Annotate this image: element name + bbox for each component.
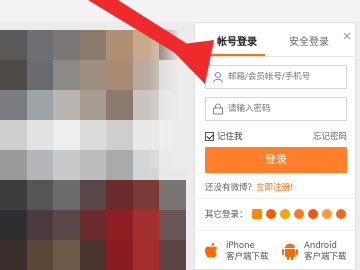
android-icon bbox=[282, 243, 298, 260]
lock-icon bbox=[213, 103, 223, 115]
login-tabs: 帐号登录 安全登录 ✕ bbox=[195, 23, 355, 57]
remember-label: 记住我 bbox=[217, 132, 243, 142]
mosaic-tile bbox=[26, 150, 54, 180]
mosaic-tile bbox=[106, 90, 133, 120]
mosaic-tile bbox=[132, 210, 160, 240]
mosaic-tile bbox=[26, 30, 54, 60]
remember-checkbox[interactable] bbox=[205, 131, 214, 141]
android-subtitle: 客户端下载 bbox=[304, 252, 347, 262]
iphone-title: iPhone bbox=[226, 241, 255, 251]
login-panel: 帐号登录 安全登录 ✕ 记住我 忘记密码 登录 还没有微博？立即注册! 其它登录… bbox=[194, 22, 356, 270]
tab-account-login[interactable]: 帐号登录 bbox=[217, 33, 257, 48]
more-icon[interactable] bbox=[335, 209, 346, 219]
qq-icon[interactable] bbox=[279, 209, 290, 219]
account-input[interactable] bbox=[228, 69, 342, 85]
android-download[interactable]: Android 客户端下载 bbox=[281, 241, 347, 263]
mosaic-tile bbox=[106, 150, 133, 180]
mosaic-tile bbox=[26, 180, 54, 210]
mosaic-tile bbox=[0, 90, 27, 120]
mosaic-tile bbox=[26, 60, 54, 90]
password-field[interactable] bbox=[205, 97, 347, 121]
top-strip bbox=[0, 0, 360, 22]
divider bbox=[195, 230, 355, 231]
mosaic-tile bbox=[106, 240, 133, 270]
mosaic-tile bbox=[79, 240, 107, 270]
mosaic-tile bbox=[26, 90, 54, 120]
photo-fade bbox=[148, 30, 188, 170]
mosaic-tile bbox=[159, 180, 186, 210]
mosaic-tile bbox=[79, 180, 107, 210]
close-icon[interactable]: ✕ bbox=[339, 29, 355, 45]
mosaic-tile bbox=[0, 120, 27, 150]
mosaic-tile bbox=[132, 180, 160, 210]
login-button[interactable]: 登录 bbox=[205, 147, 347, 173]
mosaic-tile bbox=[26, 240, 54, 270]
no-account-text: 还没有微博？ bbox=[205, 183, 257, 193]
mosaic-tile bbox=[159, 210, 186, 240]
mosaic-tile bbox=[0, 240, 27, 270]
weibo-icon[interactable] bbox=[251, 209, 262, 219]
forgot-password-link[interactable]: 忘记密码 bbox=[313, 130, 347, 142]
mosaic-tile bbox=[106, 60, 133, 90]
account-field[interactable] bbox=[205, 65, 347, 89]
mosaic-tile bbox=[0, 60, 27, 90]
active-tab-underline bbox=[209, 54, 265, 56]
mosaic-tile bbox=[106, 180, 133, 210]
mosaic-tile bbox=[79, 60, 107, 90]
other-login-row: 其它登录： bbox=[205, 208, 346, 220]
taobao-icon[interactable] bbox=[265, 209, 276, 219]
other-login-label: 其它登录： bbox=[205, 210, 248, 220]
tab-secure-login[interactable]: 安全登录 bbox=[289, 33, 329, 48]
mosaic-tile bbox=[26, 210, 54, 240]
mosaic-tile bbox=[0, 30, 27, 60]
mosaic-tile bbox=[106, 120, 133, 150]
mosaic-tile bbox=[26, 120, 54, 150]
mosaic-tile bbox=[53, 210, 80, 240]
password-input[interactable] bbox=[228, 101, 342, 117]
iphone-subtitle: 客户端下载 bbox=[226, 252, 269, 262]
mosaic-tile bbox=[79, 210, 107, 240]
mosaic-tile bbox=[53, 180, 80, 210]
mosaic-tile bbox=[53, 30, 80, 60]
mosaic-tile bbox=[0, 180, 27, 210]
mosaic-tile bbox=[106, 210, 133, 240]
mosaic-tile bbox=[53, 150, 80, 180]
register-link[interactable]: 立即注册! bbox=[256, 183, 293, 193]
mosaic-tile bbox=[53, 90, 80, 120]
remember-me[interactable]: 记住我 bbox=[205, 130, 243, 142]
mosaic-tile bbox=[79, 150, 107, 180]
mosaic-tile bbox=[106, 30, 133, 60]
divider bbox=[195, 198, 355, 199]
mosaic-tile bbox=[79, 120, 107, 150]
android-title: Android bbox=[304, 241, 337, 251]
mosaic-tile bbox=[79, 90, 107, 120]
wechat-icon[interactable] bbox=[307, 209, 318, 219]
no-account-line: 还没有微博？立即注册! bbox=[205, 181, 293, 193]
mosaic-tile bbox=[79, 30, 107, 60]
iphone-download[interactable]: iPhone 客户端下载 bbox=[203, 241, 269, 263]
mosaic-tile bbox=[53, 240, 80, 270]
alipay-icon[interactable] bbox=[293, 209, 304, 219]
mosaic-tile bbox=[0, 210, 27, 240]
user-icon bbox=[213, 72, 223, 83]
mosaic-tile bbox=[0, 150, 27, 180]
renren-icon[interactable] bbox=[321, 209, 332, 219]
apple-icon bbox=[205, 242, 218, 258]
mosaic-tile bbox=[53, 120, 80, 150]
mosaic-tile bbox=[159, 240, 186, 270]
mosaic-tile bbox=[53, 60, 80, 90]
mosaic-tile bbox=[132, 240, 160, 270]
